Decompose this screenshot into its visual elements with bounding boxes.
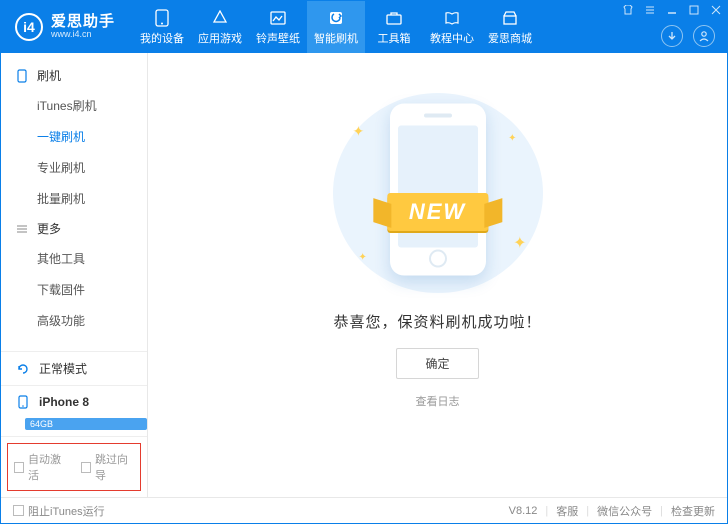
- update-link[interactable]: 检查更新: [671, 503, 715, 519]
- brand-site: www.i4.cn: [51, 30, 115, 40]
- sidebar-bottom: 正常模式 iPhone 8 64GB 自动激活: [1, 351, 147, 497]
- download-button[interactable]: [661, 25, 683, 47]
- body: 刷机 iTunes刷机 一键刷机 专业刷机 批量刷机 更多 其他工具 下载固件 …: [1, 53, 727, 497]
- device-icon: [15, 394, 31, 410]
- sidebar-item-download-firmware[interactable]: 下载固件: [1, 274, 147, 305]
- nav-label: 铃声壁纸: [256, 30, 300, 46]
- menu-button[interactable]: [639, 1, 661, 19]
- nav-toolbox[interactable]: 工具箱: [365, 1, 423, 53]
- logo-text: 爱思助手 www.i4.cn: [51, 14, 115, 40]
- nav-label: 我的设备: [140, 30, 184, 46]
- footer: 阻止iTunes运行 V8.12 | 客服 | 微信公众号 | 检查更新: [1, 497, 727, 523]
- ribbon-text: NEW: [387, 193, 488, 231]
- skin-button[interactable]: [617, 1, 639, 19]
- view-log-link[interactable]: 查看日志: [416, 393, 460, 409]
- sidebar-item-advanced[interactable]: 高级功能: [1, 305, 147, 336]
- device-name: iPhone 8: [39, 395, 89, 409]
- minimize-button[interactable]: [661, 1, 683, 19]
- version-text: V8.12: [509, 505, 538, 517]
- header: i4 爱思助手 www.i4.cn 我的设备 应用游戏: [1, 1, 727, 53]
- ok-button[interactable]: 确定: [396, 348, 478, 379]
- wallpaper-icon: [269, 9, 287, 27]
- storage-badge: 64GB: [25, 418, 147, 430]
- user-button[interactable]: [693, 25, 715, 47]
- nav-apps[interactable]: 应用游戏: [191, 1, 249, 53]
- logo-icon: i4: [15, 13, 43, 41]
- skip-guide-checkbox[interactable]: 跳过向导: [81, 451, 134, 483]
- sidebar-group-flash: 刷机: [1, 61, 147, 90]
- nav-store[interactable]: 爱思商城: [481, 1, 539, 53]
- sidebar-item-oneclick-flash[interactable]: 一键刷机: [1, 121, 147, 152]
- device-mode[interactable]: 正常模式: [1, 352, 147, 386]
- sidebar-item-other-tools[interactable]: 其他工具: [1, 243, 147, 274]
- new-ribbon: NEW: [387, 193, 488, 231]
- store-icon: [501, 9, 519, 27]
- wechat-link[interactable]: 微信公众号: [597, 503, 652, 519]
- window-controls: [617, 1, 727, 19]
- nav-label: 教程中心: [430, 30, 474, 46]
- nav-label: 工具箱: [378, 30, 411, 46]
- phone-icon: [15, 69, 29, 83]
- refresh-icon: [15, 361, 31, 377]
- device-block[interactable]: iPhone 8 64GB: [1, 386, 147, 437]
- checkbox-icon: [81, 462, 91, 473]
- auto-activate-checkbox[interactable]: 自动激活: [14, 451, 67, 483]
- top-nav: 我的设备 应用游戏 铃声壁纸 智能刷机: [133, 1, 539, 53]
- sidebar-item-itunes-flash[interactable]: iTunes刷机: [1, 90, 147, 121]
- phone-graphic: [390, 104, 486, 276]
- nav-flash[interactable]: 智能刷机: [307, 1, 365, 53]
- success-illustration: ✦ ✦ ✦ ✦ NEW: [333, 93, 543, 293]
- checkbox-icon: [14, 462, 24, 473]
- list-icon: [15, 222, 29, 236]
- checkbox-label: 自动激活: [28, 451, 67, 483]
- checkbox-label: 阻止iTunes运行: [28, 503, 105, 519]
- support-link[interactable]: 客服: [556, 503, 578, 519]
- sidebar: 刷机 iTunes刷机 一键刷机 专业刷机 批量刷机 更多 其他工具 下载固件 …: [1, 53, 148, 497]
- congrats-text: 恭喜您，保资料刷机成功啦！: [333, 311, 541, 332]
- group-label: 刷机: [37, 67, 61, 84]
- toolbox-icon: [385, 9, 403, 27]
- nav-label: 爱思商城: [488, 30, 532, 46]
- phone-icon: [153, 9, 171, 27]
- nav-my-device[interactable]: 我的设备: [133, 1, 191, 53]
- footer-right: V8.12 | 客服 | 微信公众号 | 检查更新: [509, 503, 715, 519]
- sidebar-group-more: 更多: [1, 214, 147, 243]
- nav-label: 智能刷机: [314, 30, 358, 46]
- sidebar-item-pro-flash[interactable]: 专业刷机: [1, 152, 147, 183]
- nav-label: 应用游戏: [198, 30, 242, 46]
- sidebar-item-batch-flash[interactable]: 批量刷机: [1, 183, 147, 214]
- header-right: [661, 25, 715, 47]
- book-icon: [443, 9, 461, 27]
- maximize-button[interactable]: [683, 1, 705, 19]
- brand-name: 爱思助手: [51, 14, 115, 31]
- nav-ringtone[interactable]: 铃声壁纸: [249, 1, 307, 53]
- mode-label: 正常模式: [39, 360, 87, 377]
- nav-tutorial[interactable]: 教程中心: [423, 1, 481, 53]
- checkbox-icon: [13, 505, 24, 516]
- flash-icon: [327, 9, 345, 27]
- close-button[interactable]: [705, 1, 727, 19]
- app-window: i4 爱思助手 www.i4.cn 我的设备 应用游戏: [0, 0, 728, 524]
- group-label: 更多: [37, 220, 61, 237]
- sidebar-scroll: 刷机 iTunes刷机 一键刷机 专业刷机 批量刷机 更多 其他工具 下载固件 …: [1, 53, 147, 351]
- logo[interactable]: i4 爱思助手 www.i4.cn: [1, 13, 125, 41]
- options-box: 自动激活 跳过向导: [7, 443, 141, 491]
- apps-icon: [211, 9, 229, 27]
- block-itunes-checkbox[interactable]: 阻止iTunes运行: [13, 503, 105, 519]
- checkbox-label: 跳过向导: [95, 451, 134, 483]
- main-content: ✦ ✦ ✦ ✦ NEW 恭喜您，保资料刷机成功啦！ 确定 查看日志: [148, 53, 727, 497]
